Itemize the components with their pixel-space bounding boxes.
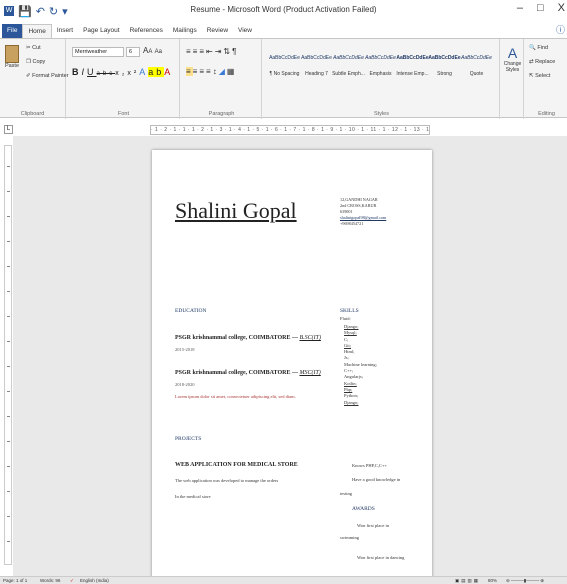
shrink-font-icon[interactable]: A — [148, 49, 152, 55]
lorem-text: Lorem ipsum dolor sit amet, consectetuer… — [175, 394, 296, 399]
clipboard-group: Paste ✂ Cut ❐ Copy ✐ Format Painter Clip… — [0, 39, 69, 119]
education-entry-2: PSGR krishnammal college, COIMBATORE — M… — [175, 370, 321, 376]
select-button[interactable]: ⇱ Select — [529, 73, 550, 79]
maximize-button[interactable]: □ — [537, 2, 544, 14]
paste-icon — [5, 45, 19, 63]
bullets-icon[interactable]: ≡ — [186, 47, 193, 56]
tab-insert[interactable]: Insert — [52, 24, 78, 38]
tab-review[interactable]: Review — [202, 24, 233, 38]
shading-icon[interactable]: ◢ — [219, 67, 227, 76]
skills-extra-3: testing — [340, 491, 352, 496]
sort-icon[interactable]: ⇅ — [223, 47, 232, 56]
award-line-1: Won first place in — [357, 523, 390, 528]
minimize-button[interactable]: ‒ — [517, 2, 523, 14]
strikethrough-icon[interactable]: abc — [97, 71, 116, 77]
proofing-icon[interactable]: ✓ — [70, 577, 74, 584]
change-styles-icon: A — [507, 45, 518, 61]
tab-view[interactable]: View — [233, 24, 257, 38]
document-page[interactable]: Shalini Gopal 12,GANDHI NAGAR 2nd CROSS,… — [152, 150, 432, 580]
award-line-3: Won first place in dancing — [357, 555, 405, 560]
text-effects-icon[interactable]: A — [139, 67, 148, 77]
vertical-ruler[interactable] — [4, 145, 12, 565]
education-years-2: 2018-2020 — [175, 382, 195, 387]
skills-extra-1: Knows PHP,C,C++ — [352, 463, 387, 468]
highlight-icon[interactable]: ab — [148, 67, 165, 77]
justify-icon[interactable]: ≡ — [206, 67, 213, 76]
align-left-icon[interactable]: ≡ — [186, 67, 193, 76]
skills-heading: SKILLS — [340, 308, 359, 314]
copy-button[interactable]: ❐ Copy — [26, 59, 45, 65]
help-icon[interactable]: ⓘ — [556, 23, 565, 36]
format-painter-button[interactable]: ✐ Format Painter — [26, 73, 69, 79]
title-bar: W 💾 ↶ ↻ ▾ Resume - Microsoft Word (Produ… — [0, 0, 567, 22]
font-group: Merriweather 6 AA Aa BIUabcx₂x²AabA Font — [68, 39, 180, 119]
award-line-2: swimming — [340, 535, 360, 540]
close-button[interactable]: X — [558, 2, 565, 14]
find-button[interactable]: 🔍 Find — [529, 45, 548, 51]
ribbon-tabs: File Home Insert Page Layout References … — [0, 22, 567, 38]
subscript-icon[interactable]: x₂ — [115, 70, 127, 77]
resume-name: Shalini Gopal — [175, 198, 297, 223]
change-styles-button[interactable]: A Change Styles — [502, 39, 524, 119]
font-name-select[interactable]: Merriweather — [72, 47, 124, 57]
bold-icon[interactable]: B — [72, 67, 82, 77]
tab-page-layout[interactable]: Page Layout — [78, 24, 125, 38]
horizontal-ruler[interactable]: · 1 · 2 · 1 · 1 · 1 · 2 · 1 · 3 · 1 · 4 … — [150, 125, 430, 135]
skills-extra-2: Have a good knowledge in — [352, 477, 401, 482]
zoom-slider[interactable]: ⊖ ────▮──── ⊕ — [506, 577, 544, 584]
projects-heading: PROJECTS — [175, 436, 202, 442]
style-quote[interactable]: AaBbCcDdEe Quote — [458, 49, 495, 95]
tab-file[interactable]: File — [2, 24, 23, 38]
project-line-2: In the medical store — [175, 494, 211, 499]
page-count[interactable]: Page: 1 of 1 — [3, 577, 27, 584]
font-group-label: Font — [117, 111, 129, 117]
tab-mailings[interactable]: Mailings — [168, 24, 202, 38]
tab-home[interactable]: Home — [22, 24, 52, 38]
styles-group: AaBbCcDdEe ¶ No Spacing AaBbCcDdEe Heading… — [264, 39, 500, 119]
project-title: WEB APPLICATION FOR MEDICAL STORE — [175, 462, 298, 468]
contact-block: 12,GANDHI NAGAR 2nd CROSS,KARUR 639001 s… — [340, 197, 387, 226]
paragraph-group-label: Paragraph — [208, 111, 235, 117]
superscript-icon[interactable]: x² — [127, 70, 139, 77]
paragraph-group: ≡≡≡⇤⇥⇅¶ ≡≡≡≡↕◢▦ Paragraph — [182, 39, 262, 119]
language[interactable]: English (India) — [80, 577, 109, 584]
skills-list: Django; Mysql; C; Git; Html; Js; Machine… — [344, 324, 377, 405]
align-right-icon[interactable]: ≡ — [199, 67, 206, 76]
education-years-1: 2015-2018 — [175, 347, 195, 352]
cut-button[interactable]: ✂ Cut — [26, 45, 41, 51]
show-marks-icon[interactable]: ¶ — [232, 47, 238, 56]
paste-button[interactable]: Paste — [3, 45, 21, 69]
education-heading: EDUCATION — [175, 308, 207, 314]
ribbon: Paste ✂ Cut ❐ Copy ✐ Format Painter Clip… — [0, 38, 567, 119]
font-color-icon[interactable]: A — [164, 67, 173, 77]
replace-button[interactable]: ⇄ Replace — [529, 59, 555, 65]
window-title: Resume - Microsoft Word (Product Activat… — [190, 5, 377, 14]
status-bar: Page: 1 of 1 Words: 96 ✓ English (India)… — [0, 576, 567, 584]
zoom-level[interactable]: 80% — [488, 577, 497, 584]
skills-intro: Fluid: — [340, 316, 351, 321]
decrease-indent-icon[interactable]: ⇤ — [206, 47, 215, 56]
education-entry-1: PSGR krishnammal college, COIMBATORE — B… — [175, 335, 321, 341]
tab-selector[interactable]: L — [4, 125, 13, 134]
project-line-1: The web application was developed to man… — [175, 478, 279, 483]
clipboard-group-label: Clipboard — [20, 111, 45, 117]
tab-references[interactable]: References — [125, 24, 168, 38]
borders-icon[interactable]: ▦ — [227, 67, 237, 76]
font-size-select[interactable]: 6 — [126, 47, 140, 57]
multilevel-list-icon[interactable]: ≡ — [199, 47, 206, 56]
change-case-icon[interactable]: Aa — [155, 49, 162, 55]
styles-group-label: Styles — [374, 111, 389, 117]
view-buttons[interactable]: ▣▤▥▦ — [455, 577, 480, 584]
editing-group-label: Editing — [538, 111, 555, 117]
underline-icon[interactable]: U — [87, 67, 97, 77]
word-count[interactable]: Words: 96 — [40, 577, 60, 584]
awards-heading: AWARDS — [352, 506, 375, 512]
editing-group: 🔍 Find ⇄ Replace ⇱ Select Editing — [526, 39, 567, 119]
